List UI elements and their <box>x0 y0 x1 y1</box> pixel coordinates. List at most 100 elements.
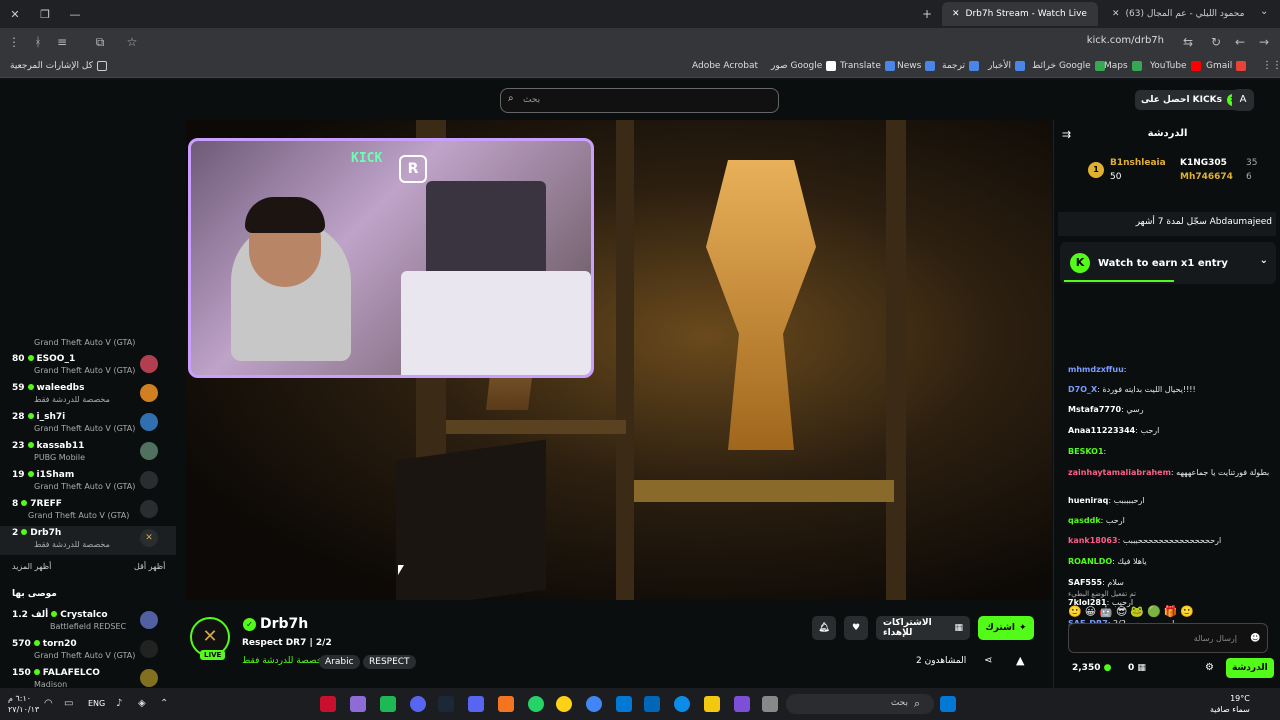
tab-search-icon[interactable]: ⌄ <box>1260 6 1268 17</box>
video-player[interactable]: KICK R <box>186 120 1052 600</box>
streamer-name[interactable]: Drb7h <box>260 616 308 632</box>
windows-start-icon[interactable] <box>940 696 956 712</box>
all-bookmarks[interactable]: كل الإشارات المرجعية <box>10 61 107 71</box>
tag-arabic[interactable]: Arabic <box>319 655 360 669</box>
report-icon[interactable]: ▲ <box>1016 654 1024 667</box>
close-tab-icon[interactable]: ✕ <box>1112 9 1120 19</box>
chat-username[interactable]: mhmdzxffuu <box>1068 365 1124 374</box>
get-kicks-button[interactable]: احصل على KICKs ✕ <box>1135 90 1245 110</box>
emoji-icon[interactable]: ☻ <box>1250 633 1260 644</box>
tab-active[interactable]: ✕ Drb7h Stream - Watch Live <box>942 2 1098 26</box>
wifi-icon[interactable]: ◠ <box>44 698 53 709</box>
user-avatar[interactable]: A <box>1232 89 1254 111</box>
chevron-down-icon[interactable]: ⌄ <box>1260 255 1268 266</box>
tag-respect[interactable]: RESPECT <box>363 655 416 669</box>
file-explorer-icon[interactable] <box>704 696 720 712</box>
address-bar[interactable]: kick.com/drb7h <box>1087 35 1164 46</box>
bookmark-google-images[interactable]: صور Google <box>771 61 837 71</box>
close-window-icon[interactable]: ✕ <box>0 0 30 28</box>
watch-to-earn-banner[interactable]: K Watch to earn x1 entry ⌄ <box>1060 242 1276 284</box>
chat-username[interactable]: BESKO1 <box>1068 447 1104 456</box>
chat-username[interactable]: Anaa11223344 <box>1068 426 1135 435</box>
edge-icon[interactable] <box>674 696 690 712</box>
gift-subs-button[interactable]: الاشتراكات للإهداء ▦ <box>876 616 970 640</box>
kicks-balance[interactable]: 2,350 ● <box>1072 663 1111 673</box>
chat-username[interactable]: Mstafa7770 <box>1068 405 1121 414</box>
screenshot-icon[interactable]: ⧉ <box>92 34 108 50</box>
discord-icon[interactable] <box>468 696 484 712</box>
notification-bell-button[interactable]: 🔔︎ <box>812 616 836 640</box>
app-icon[interactable] <box>380 696 396 712</box>
chrome-icon[interactable] <box>586 696 602 712</box>
channel-item[interactable]: 28 i_sh7i Grand Theft Auto V (GTA) <box>0 410 176 439</box>
bookmark-adobe[interactable]: Adobe Acrobat <box>692 61 758 71</box>
stream-category[interactable]: مخصصة للدردشة فقط <box>242 656 327 666</box>
taskbar-search[interactable]: بحث <box>786 694 934 714</box>
restore-window-icon[interactable]: ❐ <box>30 0 60 28</box>
favorite-button[interactable]: ♥ <box>844 616 868 640</box>
show-less-link[interactable]: أظهر أقل <box>134 562 165 571</box>
chat-username[interactable]: ROANLDO <box>1068 557 1112 566</box>
chat-input[interactable]: إرسال رسالة <box>1068 623 1268 653</box>
bookmark-gmail[interactable]: Gmail <box>1206 61 1247 71</box>
bookmark-star-icon[interactable]: ☆ <box>124 34 140 50</box>
search-input[interactable]: بحث <box>500 88 779 113</box>
chat-username[interactable]: qasddk <box>1068 516 1101 525</box>
chat-username[interactable]: D7O_X <box>1068 385 1097 394</box>
subscribe-button[interactable]: اشترك ✦ <box>978 616 1034 640</box>
bookmark-google-maps-ar[interactable]: خرائط Google <box>1032 61 1105 71</box>
chat-username[interactable]: kank18063 <box>1068 536 1118 545</box>
share-icon[interactable]: ⋖ <box>984 655 992 666</box>
mic-icon[interactable]: ♪ <box>116 698 122 709</box>
network-icon[interactable]: ◈ <box>138 698 146 709</box>
close-tab-icon[interactable]: ✕ <box>952 9 960 19</box>
recommended-item[interactable]: 1.2 ألف Crystalco Battlefield REDSEC <box>0 608 176 637</box>
bookmark-translate[interactable]: Translate <box>840 61 895 71</box>
chat-username[interactable]: zainhaytamaliabrahem <box>1068 468 1171 477</box>
reload-icon[interactable]: ↻ <box>1208 34 1224 50</box>
bookmark-youtube[interactable]: YouTube <box>1150 61 1201 71</box>
gift-balance[interactable]: 0 ▦ <box>1128 663 1146 673</box>
bookmark-maps[interactable]: Maps <box>1104 61 1142 71</box>
bookmark-news-ar[interactable]: الأخبار <box>988 61 1026 71</box>
tab-youtube[interactable]: ✕ (63) محمود الليلي - عم المجال <box>1102 2 1254 26</box>
task-view-icon[interactable] <box>762 696 778 712</box>
channel-item-active[interactable]: 2 Drb7h مخصصة للدردشة فقط ✕ <box>0 526 176 555</box>
bookmark-translate-ar[interactable]: ترجمة <box>942 61 980 71</box>
chat-username[interactable]: SAF555 <box>1068 578 1102 587</box>
menu-icon[interactable]: ⋮ <box>6 34 22 50</box>
minimize-window-icon[interactable]: — <box>60 0 90 28</box>
chat-username[interactable]: hueniraq <box>1068 496 1108 505</box>
extension-icon[interactable]: ᚼ <box>30 34 46 50</box>
chat-send-button[interactable]: الدردشة <box>1226 658 1274 678</box>
app-icon[interactable] <box>556 696 572 712</box>
outlook-icon[interactable] <box>616 696 632 712</box>
channel-item[interactable]: 8 7REFF Grand Theft Auto V (GTA) <box>0 497 176 526</box>
reading-list-icon[interactable]: ≡ <box>54 34 70 50</box>
channel-item[interactable]: 19 i1Sham Grand Theft Auto V (GTA) <box>0 468 176 497</box>
back-icon[interactable]: ← <box>1232 34 1248 50</box>
steam-icon[interactable] <box>438 696 454 712</box>
app-icon[interactable] <box>498 696 514 712</box>
forward-icon[interactable]: → <box>1256 34 1272 50</box>
bookmark-news[interactable]: News <box>897 61 936 71</box>
whatsapp-icon[interactable] <box>528 696 544 712</box>
recommended-item[interactable]: 570 torn20 Grand Theft Auto V (GTA) <box>0 637 176 666</box>
new-tab-icon[interactable]: + <box>922 7 932 21</box>
language-indicator[interactable]: ENG <box>88 699 105 708</box>
channel-item[interactable]: 80 ESOO_1 Grand Theft Auto V (GTA) <box>0 352 176 381</box>
recommended-item[interactable]: 150 FALAFELCO Madison <box>0 666 176 688</box>
emote-bar[interactable]: 🙂😀🤖😎🐸🟢🎁🙂 <box>1068 605 1273 621</box>
app-icon[interactable] <box>350 696 366 712</box>
show-more-link[interactable]: أظهر المزيد <box>12 562 51 571</box>
apps-grid-icon[interactable]: ⋮⋮ <box>1262 60 1280 71</box>
channel-item[interactable]: 23 kassab11 PUBG Mobile <box>0 439 176 468</box>
chat-settings-icon[interactable]: ⚙ <box>1205 662 1214 673</box>
chevron-up-icon[interactable]: ⌃ <box>160 698 168 709</box>
site-settings-icon[interactable]: ⇆ <box>1180 34 1196 50</box>
weather-widget[interactable]: 19°C سماء صافية <box>1210 693 1250 715</box>
app-icon[interactable] <box>410 696 426 712</box>
display-icon[interactable]: ▭ <box>64 698 73 709</box>
app-icon[interactable] <box>734 696 750 712</box>
clock[interactable]: ٦:١٠ م ٢٧/١٠/١٣ <box>8 693 39 715</box>
